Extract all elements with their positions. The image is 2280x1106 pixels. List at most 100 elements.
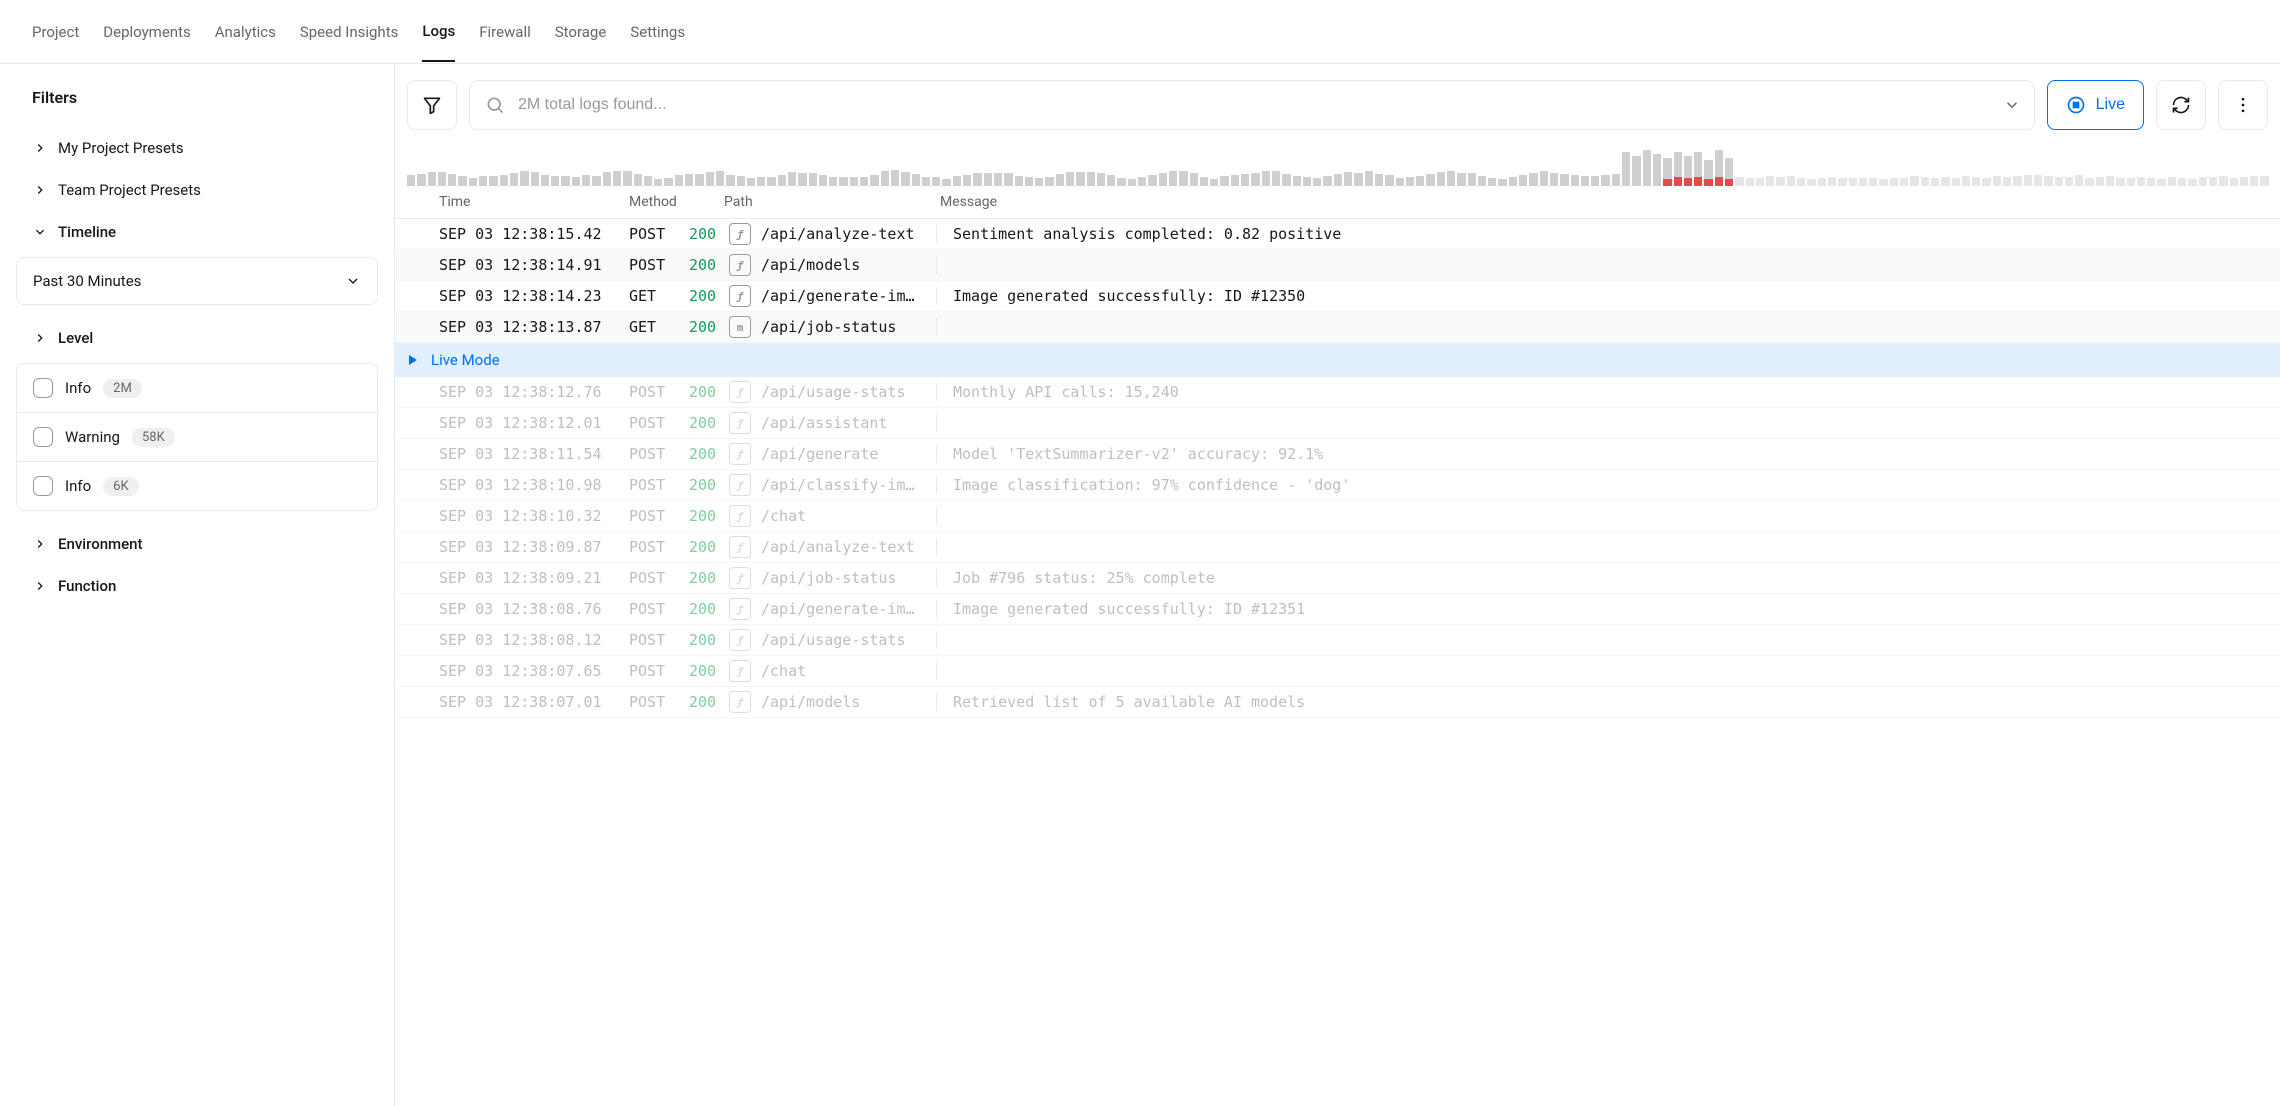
preset-team-project-presets[interactable]: Team Project Presets [16,169,378,211]
refresh-button[interactable] [2156,80,2206,130]
log-row[interactable]: SEP 03 12:38:10.32POST200ƒ/chat [395,501,2280,532]
log-path: /api/job-status [761,569,937,587]
log-message: Retrieved list of 5 available AI models [937,693,2280,711]
level-item[interactable]: Warning58K [17,413,377,462]
log-type-icon: m [729,316,761,338]
log-type-icon: ƒ [729,443,761,465]
timeline-label: Timeline [58,223,116,241]
log-row[interactable]: SEP 03 12:38:12.76POST200ƒ/api/usage-sta… [395,377,2280,408]
level-item[interactable]: Info2M [17,364,377,413]
log-status: 200 [689,256,729,274]
log-row[interactable]: SEP 03 12:38:08.12POST200ƒ/api/usage-sta… [395,625,2280,656]
log-path: /chat [761,507,937,525]
log-method: POST [629,538,689,556]
col-message: Message [940,194,2280,210]
log-row[interactable]: SEP 03 12:38:09.87POST200ƒ/api/analyze-t… [395,532,2280,563]
log-row[interactable]: SEP 03 12:38:08.76POST200ƒ/api/generate-… [395,594,2280,625]
log-status: 200 [689,662,729,680]
preset-label: My Project Presets [58,139,184,157]
log-method: POST [629,693,689,711]
log-type-icon: ƒ [729,223,761,245]
log-status: 200 [689,538,729,556]
funnel-icon [422,95,442,115]
log-type-icon: ƒ [729,254,761,276]
log-type-icon: ƒ [729,567,761,589]
log-row[interactable]: SEP 03 12:38:15.42POST200ƒ/api/analyze-t… [395,219,2280,250]
col-method: Method [629,194,724,210]
level-item[interactable]: Info6K [17,462,377,510]
level-count: 58K [132,428,175,447]
search-input[interactable] [469,80,2035,130]
log-status: 200 [689,476,729,494]
live-label: Live [2096,96,2125,114]
nav-analytics[interactable]: Analytics [215,3,276,61]
log-status: 200 [689,600,729,618]
level-count: 2M [103,379,142,398]
log-method: POST [629,662,689,680]
preset-my-project-presets[interactable]: My Project Presets [16,127,378,169]
log-path: /api/generate-im… [761,600,937,618]
log-time: SEP 03 12:38:13.87 [439,318,629,336]
log-header: Time Method Path Message [395,186,2280,219]
col-time: Time [439,194,629,210]
live-mode-label: Live Mode [431,351,500,369]
environment-section[interactable]: Environment [16,523,378,565]
log-row[interactable]: SEP 03 12:38:13.87GET200m/api/job-status [395,312,2280,343]
log-time: SEP 03 12:38:08.76 [439,600,629,618]
log-row[interactable]: SEP 03 12:38:07.65POST200ƒ/chat [395,656,2280,687]
log-time: SEP 03 12:38:10.98 [439,476,629,494]
nav-logs[interactable]: Logs [422,2,455,62]
search-expand[interactable] [2003,96,2021,114]
search-wrap [469,80,2035,130]
timeline-section[interactable]: Timeline [16,211,378,253]
nav-project[interactable]: Project [32,3,79,61]
log-time: SEP 03 12:38:11.54 [439,445,629,463]
log-type-icon: ƒ [729,285,761,307]
live-mode-row[interactable]: Live Mode [395,343,2280,377]
log-row[interactable]: SEP 03 12:38:11.54POST200ƒ/api/generateM… [395,439,2280,470]
log-time: SEP 03 12:38:08.12 [439,631,629,649]
log-row[interactable]: SEP 03 12:38:10.98POST200ƒ/api/classify-… [395,470,2280,501]
log-type-icon: ƒ [729,536,761,558]
log-row[interactable]: SEP 03 12:38:14.23GET200ƒ/api/generate-i… [395,281,2280,312]
log-row[interactable]: SEP 03 12:38:14.91POST200ƒ/api/models [395,250,2280,281]
filter-button[interactable] [407,80,457,130]
log-path: /api/generate-im… [761,287,937,305]
log-status: 200 [689,445,729,463]
nav-deployments[interactable]: Deployments [103,3,190,61]
more-button[interactable] [2218,80,2268,130]
chevron-down-icon [345,273,361,289]
log-message: Monthly API calls: 15,240 [937,383,2280,401]
log-type-icon: ƒ [729,691,761,713]
top-nav: Project Deployments Analytics Speed Insight… [0,0,2280,64]
function-section[interactable]: Function [16,565,378,607]
nav-storage[interactable]: Storage [555,3,607,61]
log-time: SEP 03 12:38:15.42 [439,225,629,243]
nav-firewall[interactable]: Firewall [479,3,531,61]
log-row[interactable]: SEP 03 12:38:07.01POST200ƒ/api/modelsRet… [395,687,2280,718]
log-type-icon: ƒ [729,629,761,651]
log-status: 200 [689,569,729,587]
log-path: /api/generate [761,445,937,463]
log-time: SEP 03 12:38:14.23 [439,287,629,305]
log-type-icon: ƒ [729,474,761,496]
log-method: POST [629,414,689,432]
checkbox[interactable] [33,476,53,496]
log-path: /api/usage-stats [761,631,937,649]
histogram[interactable] [395,146,2280,186]
log-status: 200 [689,225,729,243]
log-row[interactable]: SEP 03 12:38:12.01POST200ƒ/api/assistant [395,408,2280,439]
log-message: Job #796 status: 25% complete [937,569,2280,587]
log-type-icon: ƒ [729,598,761,620]
nav-speed-insights[interactable]: Speed Insights [300,3,399,61]
checkbox[interactable] [33,378,53,398]
log-status: 200 [689,287,729,305]
live-button[interactable]: Live [2047,80,2144,130]
nav-settings[interactable]: Settings [630,3,685,61]
checkbox[interactable] [33,427,53,447]
log-message: Image generated successfully: ID #12351 [937,600,2280,618]
log-row[interactable]: SEP 03 12:38:09.21POST200ƒ/api/job-statu… [395,563,2280,594]
log-path: /api/analyze-text [761,538,937,556]
level-section[interactable]: Level [16,317,378,359]
timeline-select[interactable]: Past 30 Minutes [16,257,378,305]
